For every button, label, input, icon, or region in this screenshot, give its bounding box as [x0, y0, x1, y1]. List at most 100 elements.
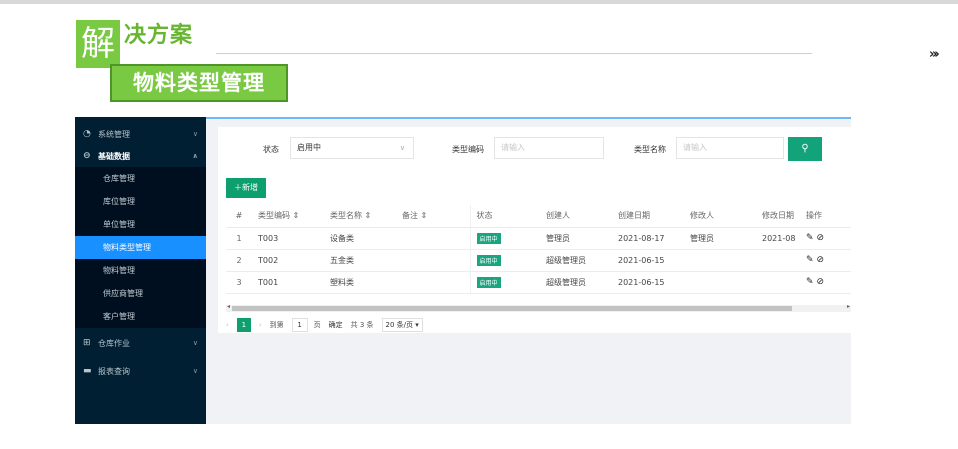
cell-remark: [396, 271, 471, 294]
chevron-down-icon: ∨: [192, 367, 198, 375]
sidebar-item-material[interactable]: 物料管理: [75, 259, 206, 282]
sidebar-item-location[interactable]: 库位管理: [75, 190, 206, 213]
next-page-icon[interactable]: ›: [259, 321, 262, 329]
cell-name: 设备类: [324, 227, 396, 250]
cell-creator: 管理员: [540, 227, 612, 250]
pagination: ‹ 1 › 到第 1 页 确定 共 3 条 20 条/页 ▾: [226, 317, 423, 333]
sidebar-item-unit[interactable]: 单位管理: [75, 213, 206, 236]
prev-page-icon[interactable]: ‹: [226, 321, 229, 329]
sidebar-item-customer[interactable]: 客户管理: [75, 305, 206, 328]
col-name-label: 类型名称: [330, 211, 362, 221]
sidebar-group-label: 基础数据: [98, 151, 130, 161]
table-row: 2 T002 五金类 启用中 超级管理员 2021-06-15 ✎ ⊘: [226, 249, 851, 272]
sidebar-group-label: 报表查询: [98, 366, 130, 376]
col-creator: 创建人: [540, 205, 612, 228]
disable-icon[interactable]: ⊘: [817, 277, 825, 287]
col-modified: 修改日期: [756, 205, 800, 228]
disable-icon[interactable]: ⊘: [817, 255, 825, 265]
cell-index: 2: [226, 249, 252, 272]
scrollbar-thumb[interactable]: [232, 306, 792, 311]
page-subtitle: 物料类型管理: [110, 64, 288, 102]
disable-icon[interactable]: ⊘: [817, 233, 825, 243]
cell-modified: [756, 271, 800, 294]
sidebar-group-label: 系统管理: [98, 129, 130, 139]
top-border: [0, 0, 958, 4]
status-badge: 启用中: [476, 276, 501, 288]
dashboard-icon: ◔: [83, 129, 91, 139]
edit-icon[interactable]: ✎: [806, 255, 814, 265]
cell-modifier: [684, 271, 756, 294]
chevron-down-icon: ∨: [192, 130, 198, 138]
cell-modified: [756, 249, 800, 272]
col-code-label: 类型编码: [258, 211, 290, 221]
content-card: 状态 启用中 ∨ 类型编码 请输入 类型名称 请输入 ⚲ ＋新增 # 类型编码 …: [218, 127, 851, 333]
sidebar-submenu: 仓库管理 库位管理 单位管理 物料类型管理 物料管理 供应商管理 客户管理: [75, 167, 206, 328]
cell-name: 塑料类: [324, 271, 396, 294]
cell-index: 1: [226, 227, 252, 250]
cell-ops: ✎ ⊘: [800, 249, 851, 272]
cell-remark: [396, 249, 471, 272]
add-button[interactable]: ＋新增: [226, 178, 266, 198]
sidebar-group-label: 仓库作业: [98, 338, 130, 348]
cell-code: T001: [252, 271, 324, 294]
sort-icon[interactable]: ⇕: [293, 211, 300, 220]
current-page[interactable]: 1: [236, 318, 251, 332]
sidebar-item-supplier[interactable]: 供应商管理: [75, 282, 206, 305]
code-input[interactable]: 请输入: [494, 137, 604, 159]
col-status: 状态: [470, 205, 540, 228]
cell-modifier: 管理员: [684, 227, 756, 250]
col-remark[interactable]: 备注 ⇕: [396, 205, 471, 228]
warehouse-icon: ⊞: [83, 338, 91, 348]
scroll-right-icon[interactable]: ▸: [847, 303, 850, 310]
horizontal-scrollbar[interactable]: ◂ ▸: [226, 303, 851, 312]
sort-icon[interactable]: ⇕: [421, 211, 428, 220]
add-button-label: 新增: [242, 183, 258, 192]
page-size-value: 20 条/页: [385, 321, 414, 329]
chevron-down-icon: ∨: [192, 339, 198, 347]
cell-code: T003: [252, 227, 324, 250]
cell-modifier: [684, 249, 756, 272]
title-first-char: 解: [76, 20, 120, 68]
cell-ops: ✎ ⊘: [800, 227, 851, 250]
search-icon: ⚲: [801, 143, 809, 154]
chevron-down-icon: ∨: [399, 144, 405, 152]
page-size-select[interactable]: 20 条/页 ▾: [381, 318, 423, 332]
edit-icon[interactable]: ✎: [806, 277, 814, 287]
confirm-button[interactable]: 确定: [329, 320, 343, 330]
name-input[interactable]: 请输入: [676, 137, 784, 159]
edit-icon[interactable]: ✎: [806, 233, 814, 243]
cell-index: 3: [226, 271, 252, 294]
plus-icon: ＋: [234, 183, 242, 192]
col-ops: 操作: [800, 205, 851, 228]
data-table: # 类型编码 ⇕ 类型名称 ⇕ 备注 ⇕ 状态 创建人 创建日期 修改人 修改日…: [226, 205, 851, 294]
status-filter-label: 状态: [263, 145, 279, 154]
status-select[interactable]: 启用中 ∨: [290, 137, 414, 159]
scroll-left-icon[interactable]: ◂: [227, 303, 230, 310]
sort-icon[interactable]: ⇕: [365, 211, 372, 220]
circle-arrow-icon: ⊖: [83, 151, 91, 161]
chat-icon: ▬: [83, 366, 92, 376]
col-code[interactable]: 类型编码 ⇕: [252, 205, 324, 228]
cell-ops: ✎ ⊘: [800, 271, 851, 294]
sidebar-group-system[interactable]: ◔ 系统管理 ∨: [75, 123, 206, 145]
cell-created: 2021-06-15: [612, 249, 684, 272]
code-filter-label: 类型编码: [452, 145, 484, 154]
col-modifier: 修改人: [684, 205, 756, 228]
search-button[interactable]: ⚲: [788, 137, 822, 161]
sidebar-group-warehouse-ops[interactable]: ⊞ 仓库作业 ∨: [75, 332, 206, 354]
sidebar-group-basic-data[interactable]: ⊖ 基础数据 ∧: [75, 145, 206, 167]
sidebar-group-reports[interactable]: ▬ 报表查询 ∨: [75, 360, 206, 382]
cell-remark: [396, 227, 471, 250]
title-rest: 决方案: [124, 23, 194, 48]
sidebar-item-warehouse[interactable]: 仓库管理: [75, 167, 206, 190]
cell-code: T002: [252, 249, 324, 272]
col-name[interactable]: 类型名称 ⇕: [324, 205, 396, 228]
expand-icon[interactable]: »›: [929, 47, 940, 62]
app-window: ◔ 系统管理 ∨ ⊖ 基础数据 ∧ 仓库管理 库位管理 单位管理 物料类型管理 …: [75, 117, 851, 424]
table-row: 1 T003 设备类 启用中 管理员 2021-08-17 管理员 2021-0…: [226, 227, 851, 250]
chevron-up-icon: ∧: [192, 152, 198, 160]
cell-modified: 2021-08: [756, 227, 800, 250]
goto-page-input[interactable]: 1: [291, 318, 308, 332]
sidebar-item-material-type[interactable]: 物料类型管理: [75, 236, 206, 259]
cell-status: 启用中: [470, 249, 540, 272]
